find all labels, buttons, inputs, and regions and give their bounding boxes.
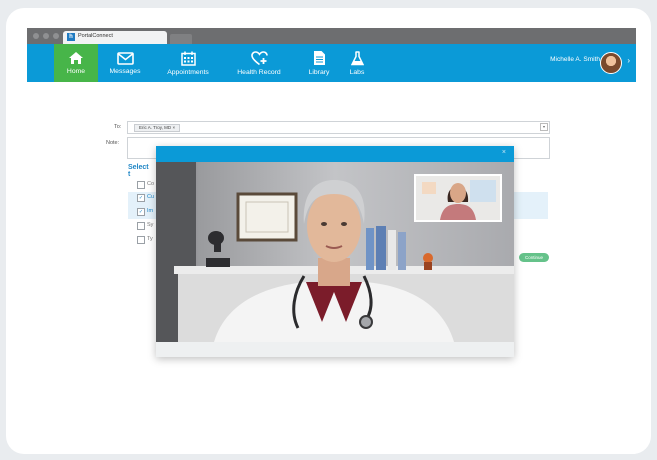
option-checkbox[interactable] — [137, 181, 145, 189]
browser-tab[interactable]: h PortalConnect — [63, 31, 167, 44]
option-label: Ty — [147, 236, 153, 242]
option-label: Sy — [147, 222, 154, 228]
heart-plus-icon — [250, 50, 268, 65]
note-label: Note: — [106, 140, 120, 146]
recipient-chip: Eric A. Troy, MD × — [134, 124, 181, 132]
continue-button[interactable]: Continue — [519, 253, 549, 262]
nav-item-messages[interactable]: Messages — [103, 44, 147, 82]
recipient-field[interactable]: Eric A. Troy, MD × ▾ — [127, 121, 550, 134]
nav-item-labs[interactable]: Labs — [340, 44, 374, 82]
portal-logo-icon: h — [67, 33, 75, 41]
recipient-dropdown-icon[interactable]: ▾ — [540, 123, 548, 131]
video-call-modal: × — [156, 146, 514, 357]
nav-item-library[interactable]: Library — [299, 44, 339, 82]
modal-footer — [156, 342, 514, 357]
option-label: Co — [147, 181, 155, 187]
nav-label-appointments: Appointments — [167, 68, 209, 76]
nav-label-labs: Labs — [349, 68, 365, 76]
nav-label-messages: Messages — [109, 67, 141, 75]
option-checkbox[interactable]: ✓ — [137, 194, 145, 202]
checkmark-icon: ✓ — [138, 195, 144, 201]
select-reason-title: Select t — [128, 164, 149, 178]
window-controls — [33, 33, 59, 39]
remove-recipient-icon[interactable]: × — [172, 125, 175, 130]
minimize-window-dot[interactable] — [43, 33, 49, 39]
browser-tab-title: PortalConnect — [78, 33, 113, 39]
option-checkbox[interactable]: ✓ — [137, 208, 145, 216]
calendar-icon — [180, 51, 196, 66]
nav-label-home: Home — [66, 68, 86, 75]
user-name[interactable]: Michelle A. Smith — [550, 56, 600, 63]
user-menu-chevron-icon[interactable]: › — [627, 56, 630, 65]
envelope-icon — [116, 51, 134, 65]
modal-header: × — [156, 146, 514, 162]
nav-label-library: Library — [308, 69, 330, 76]
self-view-video[interactable] — [414, 174, 502, 222]
nav-item-home[interactable]: Home — [54, 44, 98, 82]
to-label: To: — [114, 124, 122, 130]
document-icon — [313, 51, 325, 65]
browser-chrome: h PortalConnect — [27, 28, 636, 44]
close-icon[interactable]: × — [502, 149, 506, 156]
flask-icon — [350, 50, 364, 65]
option-checkbox[interactable] — [137, 222, 145, 230]
checkmark-icon: ✓ — [138, 209, 144, 215]
nav-item-health-record[interactable]: Health Record — [231, 44, 287, 82]
nav-label-health-record: Health Record — [237, 68, 281, 76]
nav-item-appointments[interactable]: Appointments — [160, 44, 216, 82]
doctor-video-feed — [156, 162, 514, 342]
option-label: Cu — [147, 194, 155, 200]
home-icon — [69, 52, 83, 64]
user-avatar[interactable] — [600, 52, 622, 74]
top-navigation: Home Messages Appointments Health Record… — [27, 44, 636, 82]
maximize-window-dot[interactable] — [53, 33, 59, 39]
patient-video-image — [416, 176, 500, 220]
close-window-dot[interactable] — [33, 33, 39, 39]
recipient-chip-label: Eric A. Troy, MD — [139, 125, 172, 130]
new-tab-button[interactable] — [170, 34, 192, 44]
option-checkbox[interactable] — [137, 236, 145, 244]
option-label: Im — [147, 208, 154, 214]
